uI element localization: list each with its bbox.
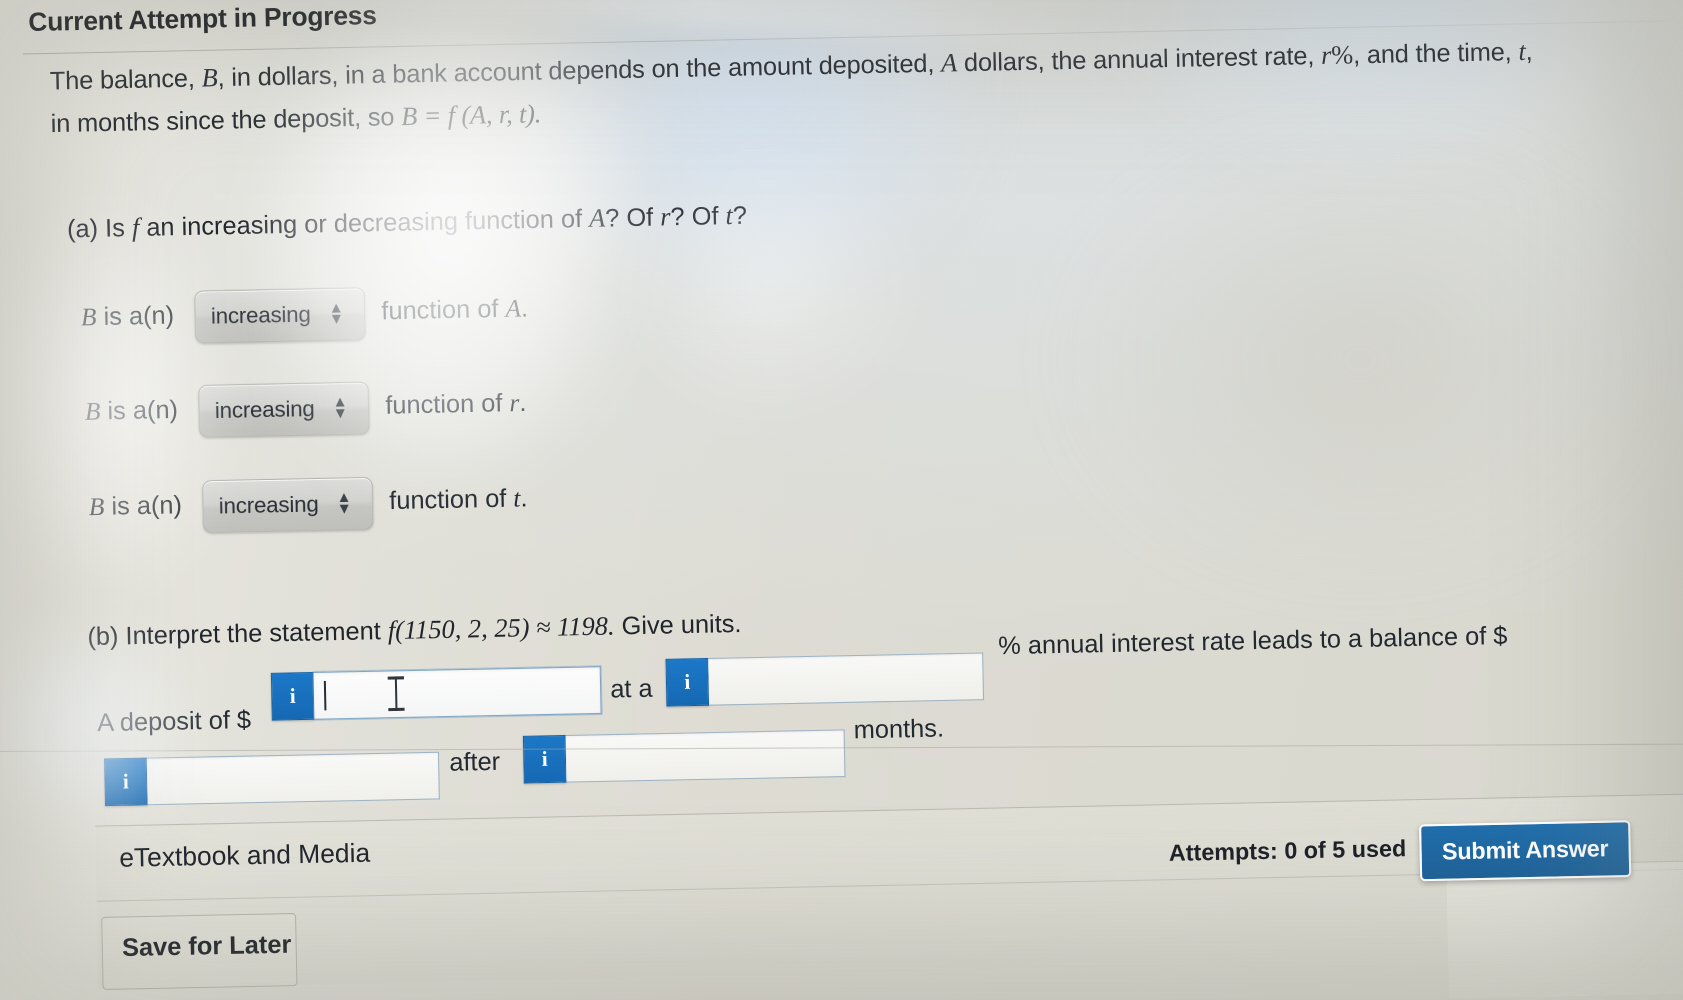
assignment-page: Current Attempt in Progress The balance,… <box>0 0 1683 1000</box>
info-icon-balance[interactable]: i <box>104 757 148 807</box>
deposit-input[interactable] <box>313 666 602 720</box>
row-r-tail-text: function of <box>385 388 510 420</box>
problem-stem-line-2: in months since the deposit, so B = f (A… <box>50 99 541 139</box>
row-A-tail-text: function of <box>381 294 506 326</box>
var-r: r <box>1320 40 1332 71</box>
answer-row-A: B is a(n) increasing ▲ ▼ function of A. <box>81 287 528 350</box>
row-t-tail-text: function of <box>388 484 514 516</box>
var-B: B <box>84 398 101 426</box>
balance-input[interactable] <box>146 751 440 806</box>
chevron-updown-icon: ▲ ▼ <box>332 393 349 422</box>
select-function-of-A[interactable]: increasing ▲ ▼ <box>194 287 366 344</box>
part-b-expression: f(1150, 2, 25) ≈ 1198. <box>387 611 615 646</box>
row-A-lead: B is a(n) <box>81 301 175 332</box>
chevron-updown-icon: ▲ ▼ <box>328 299 345 328</box>
percent-sign: % <box>1330 40 1354 70</box>
problem-stem-line-1: The balance, B, in dollars, in a bank ac… <box>50 36 1533 96</box>
part-a-label: (a) <box>66 214 99 244</box>
part-b-label: (b) <box>87 622 119 652</box>
stem-text: The balance, <box>49 64 202 96</box>
var-r: r <box>509 389 520 418</box>
part-a-text: ? <box>732 201 748 231</box>
answer-row-r: B is a(n) increasing ▲ ▼ function of r. <box>84 381 527 444</box>
stem-text: in months since the deposit, so <box>50 102 402 139</box>
part-a-text: Is <box>97 213 133 243</box>
part-a-text: ? Of <box>604 203 661 233</box>
stem-text: , <box>1525 37 1533 66</box>
submit-answer-button[interactable]: Submit Answer <box>1419 820 1632 882</box>
part-a-text: an increasing or decreasing function of <box>138 204 590 243</box>
row-t-lead: B is a(n) <box>89 491 183 522</box>
var-A: A <box>588 203 606 233</box>
select-function-of-t[interactable]: increasing ▲ ▼ <box>202 476 374 534</box>
row-r-lead: B is a(n) <box>85 396 179 427</box>
footer-right-panel <box>1446 859 1683 999</box>
select-function-of-r[interactable]: increasing ▲ ▼ <box>198 381 370 438</box>
row-A-lead-text: is a(n) <box>96 301 175 332</box>
select-r-value: increasing <box>214 395 315 424</box>
label-a-deposit-of: A deposit of $ <box>96 705 252 738</box>
chevron-down-glyph: ▼ <box>336 499 353 518</box>
stem-text: dollars, the annual interest rate, <box>956 41 1322 78</box>
info-icon-months[interactable]: i <box>522 734 567 784</box>
screen-content: Current Attempt in Progress The balance,… <box>0 0 1683 1000</box>
info-icon-rate[interactable]: i <box>665 658 710 707</box>
field-deposit[interactable]: i <box>270 666 602 721</box>
var-A: A <box>505 295 522 323</box>
var-B: B <box>80 303 97 332</box>
rate-input[interactable] <box>708 652 985 706</box>
stem-text: , in dollars, in a bank account depends … <box>217 49 942 93</box>
chevron-down-glyph: ▼ <box>332 404 349 422</box>
row-t-tail: function of t. <box>389 484 528 516</box>
label-percent-annual-interest: % annual interest rate leads to a balanc… <box>997 621 1508 661</box>
part-a-question: (a) Is f an increasing or decreasing fun… <box>67 200 748 244</box>
row-A-tail: function of A. <box>381 294 528 326</box>
screen-photo: Current Attempt in Progress The balance,… <box>0 0 1683 1000</box>
field-balance[interactable]: i <box>104 751 440 807</box>
var-A: A <box>940 47 958 78</box>
label-at-a: at a <box>609 674 653 704</box>
row-r-period: . <box>519 388 527 418</box>
field-rate[interactable]: i <box>665 652 985 707</box>
row-r-lead-text: is a(n) <box>100 395 179 426</box>
var-r: r <box>659 201 671 232</box>
part-b-text: Give units. <box>614 609 742 641</box>
info-icon-deposit[interactable]: i <box>270 672 315 721</box>
field-months[interactable]: i <box>522 729 846 784</box>
label-months: months. <box>853 714 945 745</box>
function-definition: B = f (A, r, t). <box>400 98 542 132</box>
part-b-question: (b) Interpret the statement f(1150, 2, 2… <box>87 609 742 653</box>
var-B: B <box>88 493 105 522</box>
footer-panel <box>95 792 1683 990</box>
save-for-later-button[interactable]: Save for Later <box>122 930 292 963</box>
row-t-period: . <box>520 483 528 513</box>
row-r-tail: function of r. <box>385 389 527 421</box>
months-input[interactable] <box>565 729 846 783</box>
page-title: Current Attempt in Progress <box>28 0 378 38</box>
chevron-down-glyph: ▼ <box>328 309 345 328</box>
part-b-text: Interpret the statement <box>118 616 389 651</box>
label-after: after <box>449 747 501 777</box>
stem-text: , and the time, <box>1352 37 1519 70</box>
row-A-period: . <box>520 294 529 323</box>
row-t-lead-text: is a(n) <box>104 490 183 521</box>
chevron-updown-icon: ▲ ▼ <box>336 489 353 518</box>
var-B: B <box>201 62 218 93</box>
select-t-value: increasing <box>218 491 319 519</box>
select-A-value: increasing <box>210 301 311 329</box>
answer-row-t: B is a(n) increasing ▲ ▼ function of t. <box>88 476 528 540</box>
part-a-text: ? Of <box>670 201 726 232</box>
etextbook-and-media-link[interactable]: eTextbook and Media <box>119 837 370 873</box>
attempts-counter: Attempts: 0 of 5 used <box>1168 834 1407 867</box>
